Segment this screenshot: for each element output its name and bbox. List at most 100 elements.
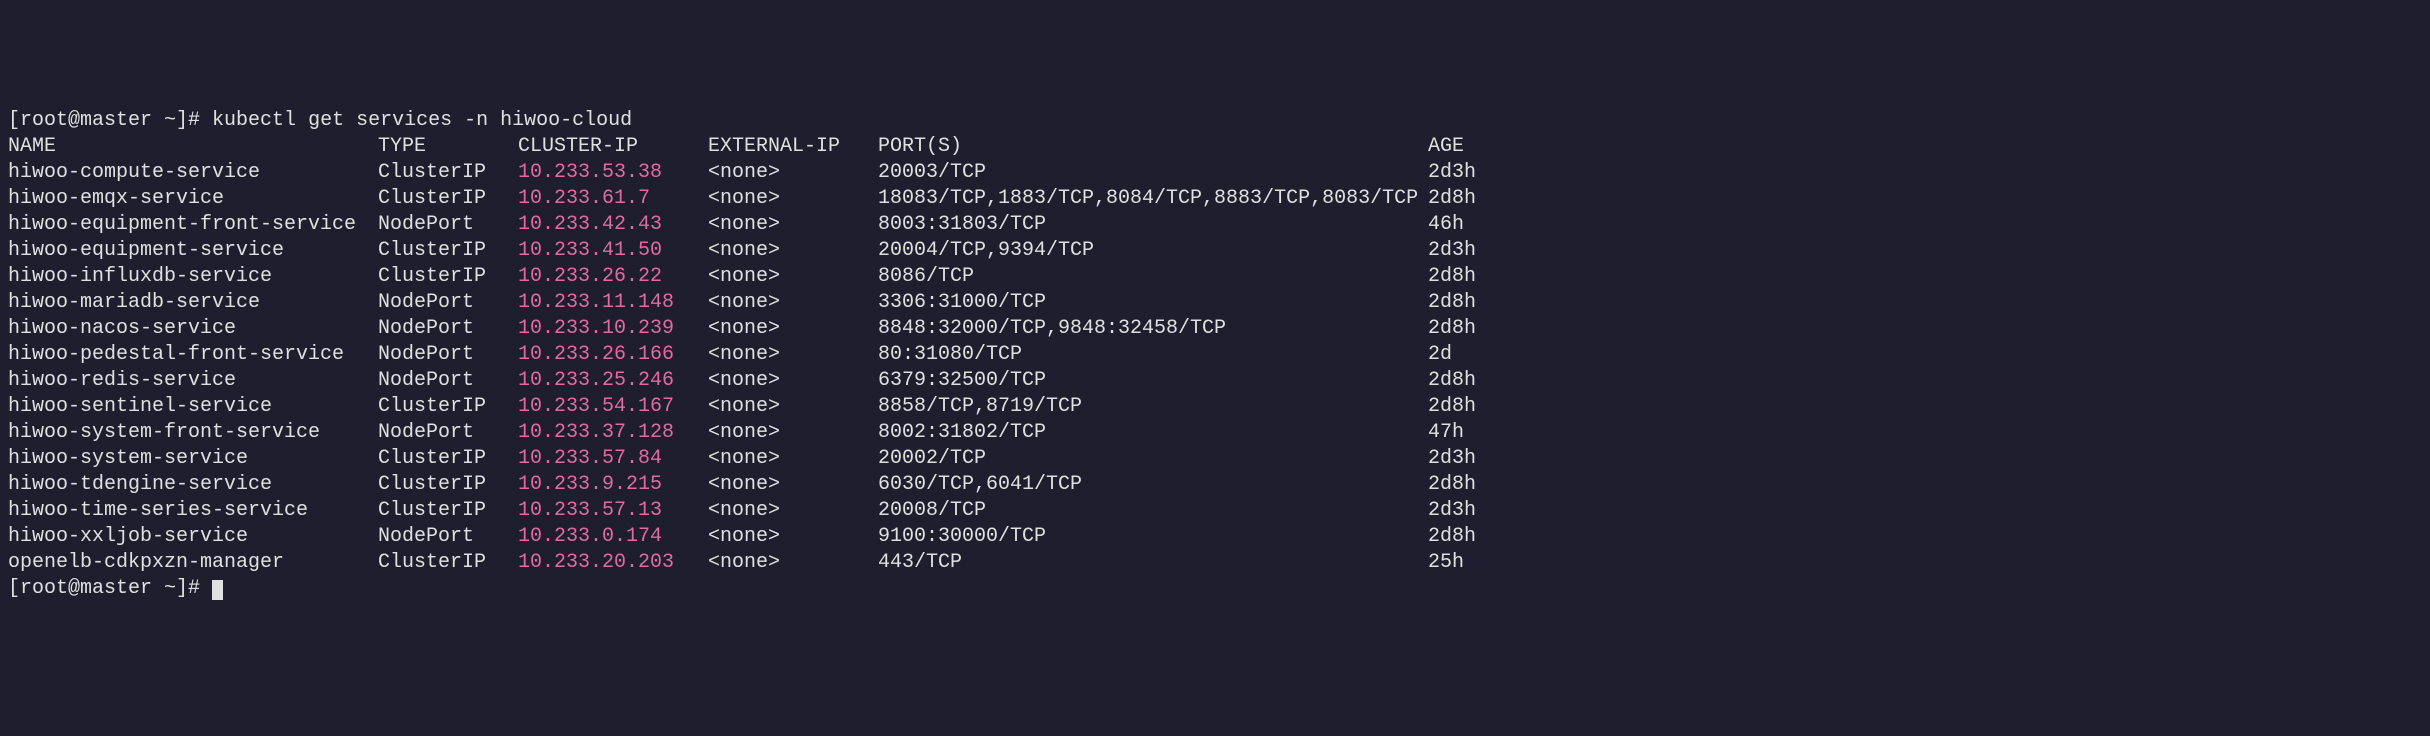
service-age: 2d8h (1428, 368, 1476, 394)
service-externalip: <none> (708, 160, 878, 186)
service-age: 2d3h (1428, 446, 1476, 472)
table-row: openelb-cdkpxzn-managerClusterIP10.233.2… (8, 550, 2422, 576)
table-row: hiwoo-xxljob-serviceNodePort10.233.0.174… (8, 524, 2422, 550)
service-type: ClusterIP (378, 264, 518, 290)
service-type: NodePort (378, 316, 518, 342)
service-name: hiwoo-nacos-service (8, 316, 378, 342)
service-ports: 8858/TCP,8719/TCP (878, 394, 1428, 420)
table-row: hiwoo-time-series-serviceClusterIP10.233… (8, 498, 2422, 524)
service-age: 2d8h (1428, 186, 1476, 212)
table-row: hiwoo-system-front-serviceNodePort10.233… (8, 420, 2422, 446)
service-ports: 8086/TCP (878, 264, 1428, 290)
service-name: hiwoo-pedestal-front-service (8, 342, 378, 368)
service-name: hiwoo-sentinel-service (8, 394, 378, 420)
service-ports: 6379:32500/TCP (878, 368, 1428, 394)
service-name: hiwoo-system-service (8, 446, 378, 472)
service-externalip: <none> (708, 446, 878, 472)
service-externalip: <none> (708, 290, 878, 316)
service-age: 2d8h (1428, 290, 1476, 316)
service-externalip: <none> (708, 368, 878, 394)
service-clusterip: 10.233.11.148 (518, 290, 708, 316)
service-clusterip: 10.233.54.167 (518, 394, 708, 420)
terminal-output: [root@master ~]# kubectl get services -n… (8, 108, 2422, 602)
table-row: hiwoo-tdengine-serviceClusterIP10.233.9.… (8, 472, 2422, 498)
service-name: hiwoo-influxdb-service (8, 264, 378, 290)
shell-prompt: [root@master ~]# (8, 109, 212, 132)
table-row: hiwoo-compute-serviceClusterIP10.233.53.… (8, 160, 2422, 186)
service-type: ClusterIP (378, 550, 518, 576)
service-type: NodePort (378, 368, 518, 394)
service-age: 2d8h (1428, 394, 1476, 420)
cursor[interactable] (212, 580, 223, 600)
table-row: hiwoo-redis-serviceNodePort10.233.25.246… (8, 368, 2422, 394)
service-ports: 80:31080/TCP (878, 342, 1428, 368)
header-type: TYPE (378, 134, 518, 160)
service-ports: 443/TCP (878, 550, 1428, 576)
service-clusterip: 10.233.37.128 (518, 420, 708, 446)
service-name: hiwoo-xxljob-service (8, 524, 378, 550)
table-row: hiwoo-nacos-serviceNodePort10.233.10.239… (8, 316, 2422, 342)
service-age: 2d3h (1428, 238, 1476, 264)
service-ports: 8848:32000/TCP,9848:32458/TCP (878, 316, 1428, 342)
service-externalip: <none> (708, 498, 878, 524)
service-externalip: <none> (708, 186, 878, 212)
service-clusterip: 10.233.41.50 (518, 238, 708, 264)
service-type: NodePort (378, 420, 518, 446)
service-ports: 20002/TCP (878, 446, 1428, 472)
service-type: NodePort (378, 290, 518, 316)
service-type: NodePort (378, 342, 518, 368)
service-type: ClusterIP (378, 186, 518, 212)
service-ports: 20003/TCP (878, 160, 1428, 186)
service-clusterip: 10.233.61.7 (518, 186, 708, 212)
service-externalip: <none> (708, 420, 878, 446)
table-row: hiwoo-mariadb-serviceNodePort10.233.11.1… (8, 290, 2422, 316)
header-age: AGE (1428, 134, 1464, 160)
service-clusterip: 10.233.26.22 (518, 264, 708, 290)
service-name: hiwoo-emqx-service (8, 186, 378, 212)
service-externalip: <none> (708, 472, 878, 498)
service-externalip: <none> (708, 342, 878, 368)
service-age: 2d8h (1428, 264, 1476, 290)
service-age: 2d8h (1428, 524, 1476, 550)
command-text: kubectl get services -n hiwoo-cloud (212, 109, 632, 132)
shell-prompt: [root@master ~]# (8, 577, 212, 600)
service-name: hiwoo-system-front-service (8, 420, 378, 446)
service-name: hiwoo-equipment-front-service (8, 212, 378, 238)
service-ports: 3306:31000/TCP (878, 290, 1428, 316)
service-type: ClusterIP (378, 238, 518, 264)
service-ports: 18083/TCP,1883/TCP,8084/TCP,8883/TCP,808… (878, 186, 1428, 212)
service-clusterip: 10.233.9.215 (518, 472, 708, 498)
service-clusterip: 10.233.20.203 (518, 550, 708, 576)
service-clusterip: 10.233.25.246 (518, 368, 708, 394)
service-externalip: <none> (708, 238, 878, 264)
header-ports: PORT(S) (878, 134, 1428, 160)
service-externalip: <none> (708, 316, 878, 342)
service-ports: 20004/TCP,9394/TCP (878, 238, 1428, 264)
service-type: ClusterIP (378, 472, 518, 498)
table-header: NAMETYPECLUSTER-IPEXTERNAL-IPPORT(S)AGE (8, 134, 2422, 160)
service-age: 2d8h (1428, 316, 1476, 342)
service-age: 2d8h (1428, 472, 1476, 498)
service-clusterip: 10.233.42.43 (518, 212, 708, 238)
header-externalip: EXTERNAL-IP (708, 134, 878, 160)
service-ports: 8002:31802/TCP (878, 420, 1428, 446)
service-age: 47h (1428, 420, 1464, 446)
service-clusterip: 10.233.10.239 (518, 316, 708, 342)
service-clusterip: 10.233.0.174 (518, 524, 708, 550)
table-row: hiwoo-pedestal-front-serviceNodePort10.2… (8, 342, 2422, 368)
service-clusterip: 10.233.26.166 (518, 342, 708, 368)
service-age: 2d (1428, 342, 1452, 368)
service-type: NodePort (378, 524, 518, 550)
service-clusterip: 10.233.57.84 (518, 446, 708, 472)
service-externalip: <none> (708, 550, 878, 576)
service-name: openelb-cdkpxzn-manager (8, 550, 378, 576)
table-row: hiwoo-emqx-serviceClusterIP10.233.61.7<n… (8, 186, 2422, 212)
header-clusterip: CLUSTER-IP (518, 134, 708, 160)
service-ports: 8003:31803/TCP (878, 212, 1428, 238)
service-externalip: <none> (708, 212, 878, 238)
service-clusterip: 10.233.53.38 (518, 160, 708, 186)
service-ports: 6030/TCP,6041/TCP (878, 472, 1428, 498)
service-age: 25h (1428, 550, 1464, 576)
table-row: hiwoo-influxdb-serviceClusterIP10.233.26… (8, 264, 2422, 290)
service-type: ClusterIP (378, 394, 518, 420)
